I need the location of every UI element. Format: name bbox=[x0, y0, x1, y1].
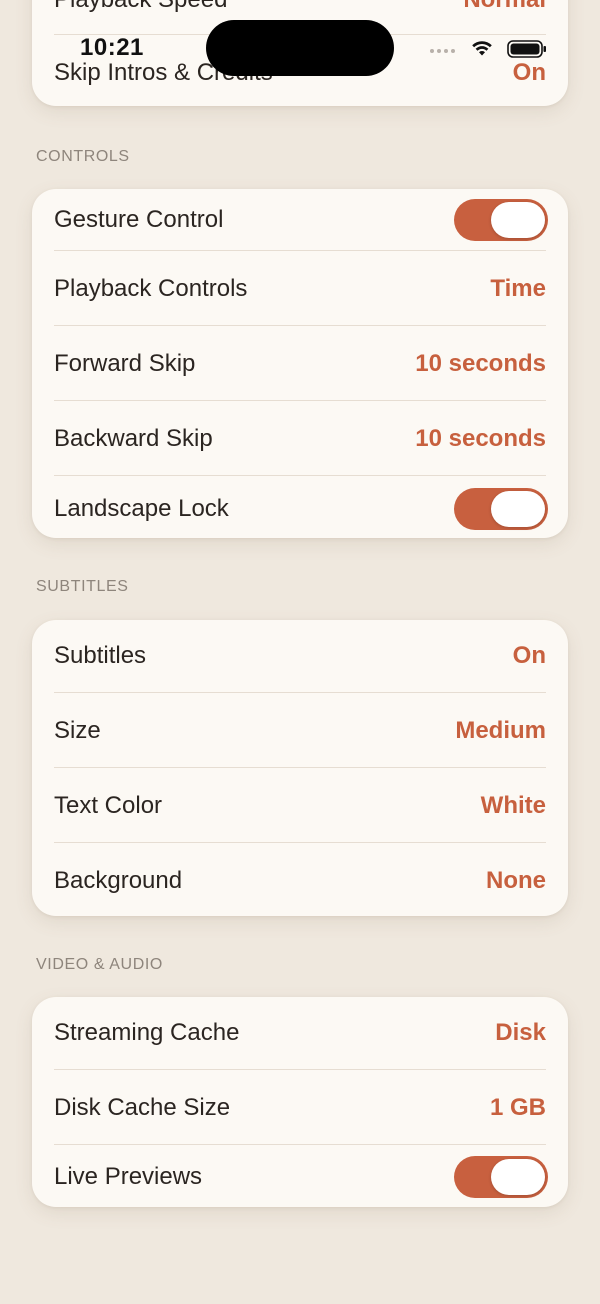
subtitles-card: Subtitles On Size Medium Text Color Whit… bbox=[32, 620, 568, 916]
settings-row-text-color[interactable]: Text Color White bbox=[54, 786, 546, 826]
row-divider bbox=[54, 692, 546, 693]
row-divider bbox=[54, 400, 546, 401]
controls-card: Gesture Control Playback Controls Time F… bbox=[32, 189, 568, 538]
row-value: Disk bbox=[495, 1019, 546, 1046]
settings-row-size[interactable]: Size Medium bbox=[54, 711, 546, 751]
row-label: Streaming Cache bbox=[54, 1019, 240, 1046]
settings-row-live-previews[interactable]: Live Previews bbox=[54, 1156, 548, 1198]
section-header-subtitles: SUBTITLES bbox=[36, 578, 129, 595]
toggle-knob bbox=[491, 1159, 545, 1195]
settings-row-gesture-control[interactable]: Gesture Control bbox=[54, 199, 548, 241]
row-label: Backward Skip bbox=[54, 425, 213, 452]
row-value: Medium bbox=[455, 717, 546, 744]
row-label: Landscape Lock bbox=[54, 495, 229, 522]
live-previews-toggle[interactable] bbox=[454, 1156, 548, 1198]
dynamic-island bbox=[206, 20, 394, 76]
row-divider bbox=[54, 1144, 546, 1145]
settings-row-subtitles[interactable]: Subtitles On bbox=[54, 636, 546, 676]
row-divider bbox=[54, 475, 546, 476]
row-divider bbox=[54, 250, 546, 251]
toggle-knob bbox=[491, 491, 545, 527]
row-label: Forward Skip bbox=[54, 350, 196, 377]
row-value: On bbox=[512, 642, 546, 669]
row-value: White bbox=[480, 792, 546, 819]
row-label: Size bbox=[54, 717, 101, 744]
gesture-control-toggle[interactable] bbox=[454, 199, 548, 241]
row-label: Gesture Control bbox=[54, 206, 224, 233]
settings-row-disk-cache-size[interactable]: Disk Cache Size 1 GB bbox=[54, 1088, 546, 1128]
row-label: Disk Cache Size bbox=[54, 1094, 231, 1121]
landscape-lock-toggle[interactable] bbox=[454, 488, 548, 530]
toggle-knob bbox=[491, 202, 545, 238]
settings-row-landscape-lock[interactable]: Landscape Lock bbox=[54, 488, 548, 530]
wifi-icon bbox=[472, 41, 492, 56]
row-divider bbox=[54, 1069, 546, 1070]
section-header-video-audio: VIDEO & AUDIO bbox=[36, 956, 163, 973]
row-label: Playback Controls bbox=[54, 275, 248, 302]
status-time: 10:21 bbox=[80, 34, 144, 61]
row-label: Subtitles bbox=[54, 642, 147, 669]
row-value: 1 GB bbox=[489, 1094, 546, 1121]
row-value: None bbox=[486, 867, 546, 894]
row-divider bbox=[54, 767, 546, 768]
settings-row-background[interactable]: Background None bbox=[54, 861, 546, 901]
battery-icon bbox=[507, 40, 546, 58]
settings-row-playback-controls[interactable]: Playback Controls Time bbox=[54, 269, 546, 309]
settings-row-forward-skip[interactable]: Forward Skip 10 seconds bbox=[54, 344, 546, 384]
settings-row-streaming-cache[interactable]: Streaming Cache Disk bbox=[54, 1013, 546, 1053]
row-value: 10 seconds bbox=[415, 350, 546, 377]
signal-dots-icon bbox=[430, 49, 455, 53]
row-value: 10 seconds bbox=[415, 425, 546, 452]
settings-row-backward-skip[interactable]: Backward Skip 10 seconds bbox=[54, 419, 546, 459]
row-value: Time bbox=[490, 275, 546, 302]
video-audio-card: Streaming Cache Disk Disk Cache Size 1 G… bbox=[32, 997, 568, 1207]
row-label: Live Previews bbox=[54, 1163, 203, 1190]
status-bar: 10:21 bbox=[0, 0, 600, 95]
row-label: Background bbox=[54, 867, 183, 894]
row-divider bbox=[54, 842, 546, 843]
section-header-controls: CONTROLS bbox=[36, 148, 130, 165]
row-label: Text Color bbox=[54, 792, 163, 819]
row-divider bbox=[54, 325, 546, 326]
